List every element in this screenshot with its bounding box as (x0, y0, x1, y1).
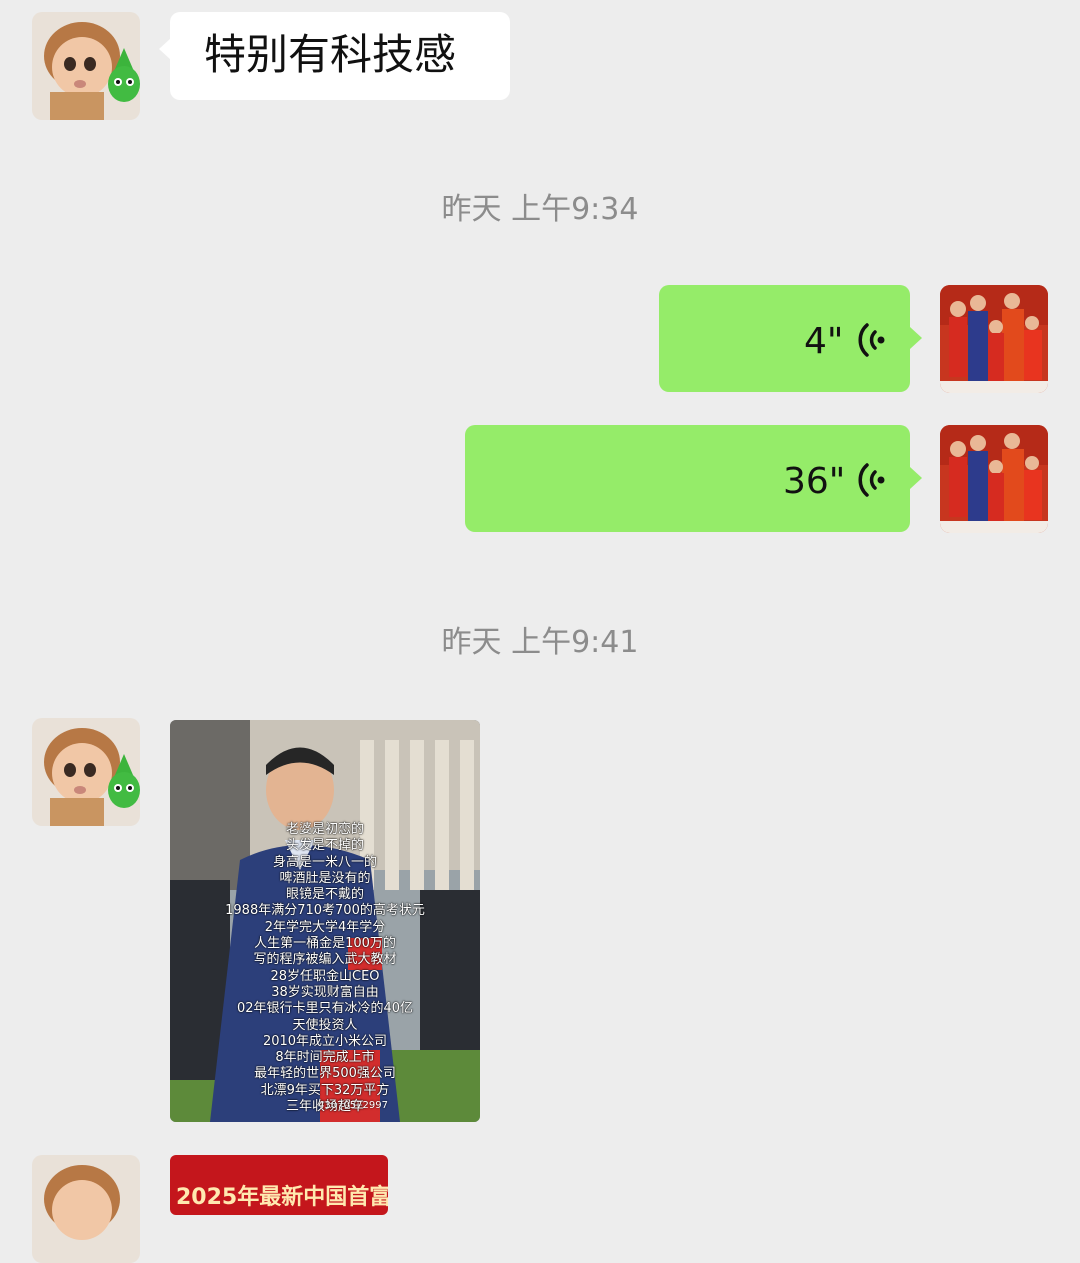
cartoon-doll-avatar-icon (32, 1155, 140, 1263)
bubble-tail (159, 38, 171, 60)
timestamp: 昨天 上午9:34 (441, 192, 639, 227)
cartoon-doll-avatar-icon (32, 12, 140, 120)
caption-line: 北漂9年买下32万平方 (260, 1082, 390, 1098)
banner-headline: 2025年最新中国首富 (176, 1185, 388, 1210)
caption-line: 写的程序被编入武大教材 (253, 952, 397, 968)
voice-wave-icon (858, 323, 885, 357)
contact-avatar[interactable] (32, 12, 140, 120)
outgoing-voice-bubble[interactable]: 36" (465, 425, 910, 532)
caption-line: 啤酒肚是没有的 (279, 870, 371, 886)
outgoing-voice-bubble[interactable]: 4" (659, 285, 910, 392)
caption-line: 人生第一桶金是100万的 (254, 936, 396, 952)
image-message[interactable]: 老婆是初恋的 头发是不掉的 身高是一米八一的 啤酒肚是没有的 眼镜是不戴的 1988年满分… (170, 720, 480, 1122)
cartoon-doll-avatar-icon (32, 718, 140, 826)
self-avatar[interactable] (940, 425, 1048, 533)
image-caption-overlay: 老婆是初恋的 头发是不掉的 身高是一米八一的 啤酒肚是没有的 眼镜是不戴的 1988年满分… (170, 822, 480, 1115)
caption-line: 眼镜是不戴的 (285, 887, 364, 903)
voice-duration: 4" (804, 321, 844, 362)
caption-line: 38岁实现财富自由 (271, 984, 379, 1000)
contact-avatar[interactable] (32, 718, 140, 826)
family-photo-avatar-icon (940, 285, 1048, 393)
caption-line: 8年时间完成上市 (275, 1050, 375, 1066)
caption-line: 最年轻的世界500强公司 (254, 1066, 396, 1082)
contact-avatar[interactable] (32, 1155, 140, 1263)
image-id-watermark: 43070572997 (318, 1100, 388, 1111)
image-message[interactable]: 2025年最新中国首富 (170, 1155, 388, 1215)
caption-line: 02年银行卡里只有冰冷的40亿 (236, 1001, 414, 1017)
family-photo-avatar-icon (940, 425, 1048, 533)
bubble-tail (910, 467, 922, 489)
caption-line: 天使投资人 (292, 1017, 358, 1033)
bubble-tail (910, 327, 922, 349)
caption-line: 2010年成立小米公司 (262, 1033, 388, 1049)
incoming-text-bubble[interactable]: 特别有科技感 (170, 12, 510, 100)
message-text: 特别有科技感 (204, 30, 457, 79)
caption-line: 28岁任职金山CEO (270, 968, 380, 984)
voice-duration: 36" (783, 461, 846, 502)
caption-line: 1988年满分710考700的高考状元 (225, 903, 425, 919)
caption-line: 身高是一米八一的 (272, 854, 377, 870)
caption-line: 老婆是初恋的 (285, 822, 364, 837)
timestamp: 昨天 上午9:41 (441, 625, 639, 660)
caption-line: 2年学完大学4年学分 (264, 919, 386, 935)
voice-wave-icon (858, 463, 885, 497)
caption-line: 头发是不掉的 (285, 838, 364, 854)
self-avatar[interactable] (940, 285, 1048, 393)
